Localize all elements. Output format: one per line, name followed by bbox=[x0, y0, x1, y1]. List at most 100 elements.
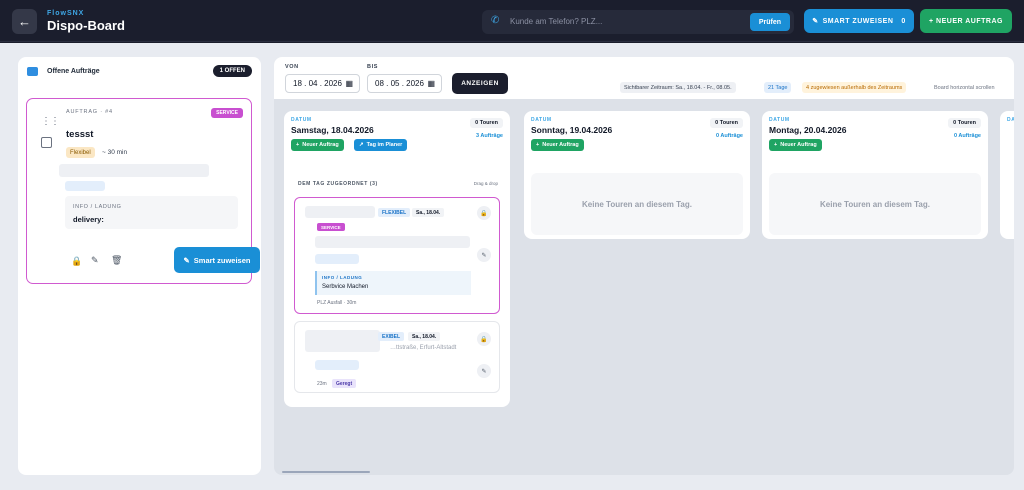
days-count-chip: 21 Tage bbox=[764, 82, 792, 93]
date-filter-bar: VON 18 . 04 . 2026 ▦ BIS 08 . 05 . 2026 … bbox=[274, 57, 1014, 99]
drag-drop-hint: Drag & drop bbox=[473, 181, 498, 186]
to-date-input[interactable]: 08 . 05 . 2026 ▦ bbox=[367, 74, 442, 93]
plus-icon: + bbox=[774, 142, 778, 148]
redacted-link bbox=[315, 360, 359, 370]
order-info-box: INFO / LADUNG Serbvice Machen bbox=[315, 271, 471, 295]
open-orders-panel: Offene Aufträge 1 OFFEN ⋮⋮ AUFTRAG · #4 … bbox=[18, 57, 261, 475]
day-column: DATUM Samstag, 18.04.2026 0 Touren 3 Auf… bbox=[284, 111, 510, 407]
inbox-icon bbox=[27, 67, 38, 76]
info-value: Serbvice Machen bbox=[322, 284, 369, 290]
pencil-icon: ✎ bbox=[812, 18, 819, 25]
show-button[interactable]: ANZEIGEN bbox=[452, 73, 508, 94]
day-column: DATUM Sonntag, 19.04.2026 0 Touren 0 Auf… bbox=[524, 111, 750, 239]
dispo-board: VON 18 . 04 . 2026 ▦ BIS 08 . 05 . 2026 … bbox=[274, 57, 1014, 475]
new-order-day-button[interactable]: + Neuer Auftrag bbox=[291, 139, 344, 151]
order-footer: PLZ Ausfall · 30m bbox=[317, 300, 357, 306]
redacted-link bbox=[315, 254, 359, 264]
smart-assign-button[interactable]: ✎ Smart zuweisen bbox=[174, 247, 260, 273]
from-date-value: 18 . 04 . 2026 bbox=[293, 79, 342, 88]
phone-icon: ✆ bbox=[491, 15, 500, 26]
flexible-badge: Flexibel bbox=[66, 147, 95, 158]
external-link-icon: ↗ bbox=[359, 142, 364, 148]
new-order-day-button[interactable]: + Neuer Auftrag bbox=[769, 139, 822, 151]
app-header: ← FlowSNX Dispo-Board ✆ Kunde am Telefon… bbox=[0, 0, 1024, 42]
check-button[interactable]: Prüfen bbox=[749, 13, 790, 31]
order-duration: ~ 30 min bbox=[102, 149, 128, 156]
arrow-left-icon: ← bbox=[18, 14, 31, 29]
to-date-value: 08 . 05 . 2026 bbox=[375, 79, 424, 88]
assigned-order-card[interactable]: FLEXIBEL Sa., 18.04. 🔒 SERVICE ✎ INFO / … bbox=[294, 197, 500, 314]
orders-count: 0 Aufträge bbox=[954, 133, 981, 139]
from-date-input[interactable]: 18 . 04 . 2026 ▦ bbox=[285, 74, 360, 93]
tours-count: 0 Touren bbox=[710, 118, 743, 128]
orders-count: 3 Aufträge bbox=[476, 133, 503, 139]
trash-icon[interactable]: 🗑 bbox=[111, 255, 122, 266]
drag-handle-icon[interactable]: ⋮⋮ bbox=[41, 116, 60, 127]
calendar-icon[interactable]: ▦ bbox=[427, 79, 435, 88]
pencil-icon[interactable]: ✎ bbox=[91, 255, 99, 266]
horizontal-scrollbar[interactable] bbox=[282, 471, 370, 473]
order-address: …ttstraße, Erfurt-Altstadt bbox=[390, 345, 457, 351]
flexible-badge: EXIBEL bbox=[378, 332, 405, 341]
day-badge: Sa., 18.04. bbox=[408, 332, 441, 341]
open-planner-label: Tag im Planer bbox=[366, 142, 403, 148]
service-badge: SERVICE bbox=[317, 223, 345, 231]
day-date: Samstag, 18.04.2026 bbox=[291, 125, 374, 135]
flexible-badge: FLEXIBEL bbox=[378, 208, 411, 217]
pencil-icon[interactable]: ✎ bbox=[477, 364, 491, 378]
smart-assign-header-button[interactable]: ✎ SMART ZUWEISEN 0 bbox=[804, 9, 914, 33]
new-order-button[interactable]: + NEUER AUFTRAG bbox=[920, 9, 1012, 33]
datum-label: DATUM bbox=[531, 117, 552, 123]
outside-range-chip[interactable]: 4 zugewiesen außerhalb des Zeitraums bbox=[802, 82, 907, 93]
new-order-day-label: Neuer Auftrag bbox=[542, 142, 579, 148]
smart-assign-label: Smart zuweisen bbox=[193, 255, 251, 265]
new-order-day-label: Neuer Auftrag bbox=[302, 142, 339, 148]
pencil-icon[interactable]: ✎ bbox=[477, 248, 491, 262]
phone-search: ✆ Kunde am Telefon? PLZ... Prüfen bbox=[482, 10, 794, 34]
new-order-day-button[interactable]: + Neuer Auftrag bbox=[531, 139, 584, 151]
search-input[interactable]: Kunde am Telefon? PLZ... bbox=[510, 17, 602, 26]
order-checkbox[interactable] bbox=[41, 137, 52, 148]
open-orders-title: Offene Aufträge bbox=[47, 68, 100, 75]
redacted-address bbox=[315, 236, 470, 248]
day-column: DA bbox=[1000, 111, 1014, 239]
redacted-address bbox=[59, 164, 209, 177]
day-date: Montag, 20.04.2026 bbox=[769, 125, 847, 135]
open-planner-button[interactable]: ↗ Tag im Planer bbox=[354, 139, 408, 151]
datum-label: DATUM bbox=[291, 117, 312, 123]
new-order-day-label: Neuer Auftrag bbox=[780, 142, 817, 148]
to-label: BIS bbox=[367, 64, 378, 70]
order-name: tessst bbox=[66, 129, 94, 140]
order-number: AUFTRAG · #4 bbox=[66, 109, 113, 115]
assigned-header: DEM TAG ZUGEORDNET (3) bbox=[298, 181, 378, 187]
tours-count: 0 Touren bbox=[948, 118, 981, 128]
scroll-hint: Board horizontal scrollen bbox=[934, 84, 995, 91]
back-button[interactable]: ← bbox=[12, 9, 37, 34]
lock-icon[interactable]: 🔒 bbox=[71, 256, 82, 267]
order-duration: 23m bbox=[317, 381, 327, 387]
tours-count: 0 Touren bbox=[470, 118, 503, 128]
brand-name: FlowSNX bbox=[47, 10, 85, 17]
info-title: INFO / LADUNG bbox=[73, 204, 122, 210]
datum-label: DATUM bbox=[769, 117, 790, 123]
service-badge: SERVICE bbox=[211, 108, 243, 118]
day-date: Sonntag, 19.04.2026 bbox=[531, 125, 613, 135]
calendar-icon[interactable]: ▦ bbox=[345, 79, 353, 88]
datum-label: DA bbox=[1007, 117, 1014, 123]
status-badge: Geregt bbox=[332, 379, 357, 388]
assigned-order-card[interactable]: EXIBEL Sa., 18.04. …ttstraße, Erfurt-Alt… bbox=[294, 321, 500, 393]
info-title: INFO / LADUNG bbox=[322, 275, 363, 280]
lock-icon[interactable]: 🔒 bbox=[477, 332, 491, 346]
from-label: VON bbox=[285, 64, 299, 70]
redacted-name bbox=[305, 330, 380, 352]
orders-count: 0 Aufträge bbox=[716, 133, 743, 139]
empty-day-message: Keine Touren an diesem Tag. bbox=[769, 173, 981, 235]
order-card[interactable]: ⋮⋮ AUFTRAG · #4 SERVICE tessst Flexibel … bbox=[26, 98, 260, 284]
info-value: delivery: bbox=[73, 215, 104, 224]
plus-icon: + bbox=[536, 142, 540, 148]
lock-icon[interactable]: 🔒 bbox=[477, 206, 491, 220]
empty-day-message: Keine Touren an diesem Tag. bbox=[531, 173, 743, 235]
smart-assign-count: 0 bbox=[901, 17, 906, 25]
page-title: Dispo-Board bbox=[47, 18, 125, 33]
open-count-badge: 1 OFFEN bbox=[212, 65, 252, 77]
